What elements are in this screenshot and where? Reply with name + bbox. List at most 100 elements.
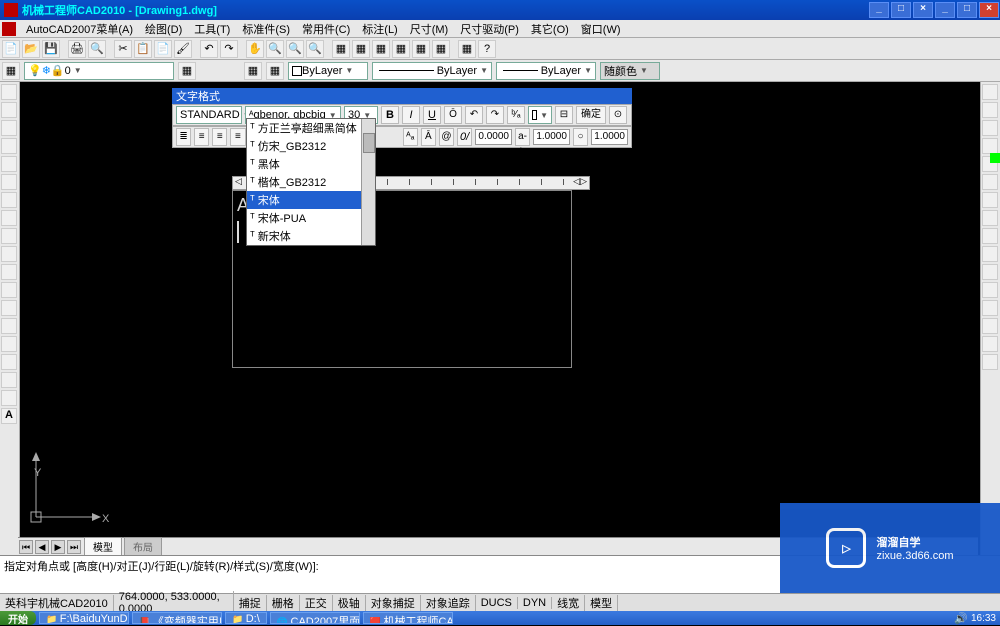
stretch-tool[interactable] (982, 228, 998, 244)
columns-button[interactable]: ≣ (176, 128, 191, 146)
paste-button[interactable]: 📄 (154, 40, 172, 58)
layer-prev-button[interactable]: ▦ (178, 62, 196, 80)
minimize-doc-button[interactable]: _ (869, 2, 889, 18)
status-osnap[interactable]: 对象捕捉 (366, 595, 421, 611)
undo-text-button[interactable]: ↶ (465, 106, 483, 124)
color-dropdown[interactable]: ByLayer▼ (288, 62, 368, 80)
cut-button[interactable]: ✂ (114, 40, 132, 58)
text-color-dropdown[interactable]: ▼ (528, 106, 552, 124)
tracking-value[interactable]: 1.0000 (533, 129, 570, 145)
layer-mgr-button[interactable]: ▦ (2, 62, 20, 80)
ssm-button[interactable]: ▦ (392, 40, 410, 58)
close-button[interactable]: × (979, 2, 999, 18)
stack-button[interactable]: ᵇ⁄ₐ (507, 106, 525, 124)
pan-button[interactable]: ✋ (246, 40, 264, 58)
status-ortho[interactable]: 正交 (300, 595, 333, 611)
menu-dimdrv[interactable]: 尺寸驱动(P) (454, 21, 525, 37)
offset-tool[interactable] (982, 138, 998, 154)
print-button[interactable]: 🖨 (68, 40, 86, 58)
tab-next[interactable]: ▶ (51, 540, 65, 554)
system-tray[interactable]: 🔊 16:33 (954, 612, 1000, 625)
width-factor-button[interactable]: ○ (573, 128, 588, 146)
status-grid[interactable]: 栅格 (267, 595, 300, 611)
status-lwt[interactable]: 线宽 (552, 595, 585, 611)
layer-dropdown[interactable]: 💡❄🔒 0 ▼ (24, 62, 174, 80)
underline-button[interactable]: U (423, 106, 441, 124)
start-button[interactable]: 开始 (0, 611, 36, 625)
status-polar[interactable]: 极轴 (333, 595, 366, 611)
menu-annot[interactable]: 标注(L) (356, 21, 403, 37)
copy-button[interactable]: 📋 (134, 40, 152, 58)
oblique-value[interactable]: 0.0000 (475, 129, 512, 145)
zoom-rt-button[interactable]: 🔍 (266, 40, 284, 58)
circle-tool[interactable] (1, 192, 17, 208)
region-tool[interactable] (1, 372, 17, 388)
gradient-tool[interactable] (1, 354, 17, 370)
markup-button[interactable]: ▦ (412, 40, 430, 58)
at-button[interactable]: @ (439, 128, 454, 146)
zoom-window-button[interactable]: 🔍 (286, 40, 304, 58)
lineweight-dropdown[interactable]: ByLayer▼ (496, 62, 596, 80)
ruler-button[interactable]: ⊟ (555, 106, 573, 124)
pline-tool[interactable] (1, 120, 17, 136)
move-tool[interactable] (982, 174, 998, 190)
font-item-1[interactable]: ᵀ仿宋_GB2312 (247, 137, 375, 155)
revcloud-tool[interactable] (1, 210, 17, 226)
font-scroll-thumb[interactable] (363, 133, 375, 153)
font-item-2[interactable]: ᵀ黑体 (247, 155, 375, 173)
rotate-tool[interactable] (982, 192, 998, 208)
trim-tool[interactable] (982, 246, 998, 262)
align-left-button[interactable]: ≡ (194, 128, 209, 146)
lt-button2[interactable]: ▦ (266, 62, 284, 80)
new-button[interactable]: 📄 (2, 40, 20, 58)
linetype-dropdown[interactable]: ByLayer▼ (372, 62, 492, 80)
plotstyle-dropdown[interactable]: 随颜色▼ (600, 62, 660, 80)
task-item-3[interactable]: 🌐 CAD2007里面怎... (270, 612, 360, 624)
bold-button[interactable]: B (381, 106, 399, 124)
ok-button[interactable]: 确定 (576, 106, 606, 124)
tab-layout[interactable]: 布局 (124, 537, 162, 556)
scale-tool[interactable] (982, 210, 998, 226)
font-item-3[interactable]: ᵀ楷体_GB2312 (247, 173, 375, 191)
tab-last[interactable]: ⏭ (67, 540, 81, 554)
dc-button[interactable]: ▦ (352, 40, 370, 58)
overline-button[interactable]: Ō (444, 106, 462, 124)
task-item-2[interactable]: 📁 D:\ (225, 612, 267, 624)
menu-draw[interactable]: 绘图(D) (139, 21, 188, 37)
copy-tool[interactable] (982, 102, 998, 118)
menu-std[interactable]: 标准件(S) (236, 21, 296, 37)
font-item-6[interactable]: ᵀ新宋体 (247, 227, 375, 245)
open-button[interactable]: 📂 (22, 40, 40, 58)
rect-tool[interactable] (1, 156, 17, 172)
fillet-tool[interactable] (982, 336, 998, 352)
calc-button[interactable]: ▦ (432, 40, 450, 58)
align-right-button[interactable]: ≡ (230, 128, 245, 146)
extend-tool[interactable] (982, 264, 998, 280)
break-tool[interactable] (982, 282, 998, 298)
save-button[interactable]: 💾 (42, 40, 60, 58)
hatch-tool[interactable] (1, 336, 17, 352)
menu-tools[interactable]: 工具(T) (188, 21, 236, 37)
redo-button[interactable]: ↷ (220, 40, 238, 58)
undo-button[interactable]: ↶ (200, 40, 218, 58)
symbol-button[interactable]: Ā (421, 128, 436, 146)
options-button[interactable]: ⊙ (609, 106, 627, 124)
menu-autocad[interactable]: AutoCAD2007菜单(A) (20, 21, 139, 37)
task-item-1[interactable]: 📕 《变频器实用电... (132, 612, 222, 624)
status-otrack[interactable]: 对象追踪 (421, 595, 476, 611)
polygon-tool[interactable] (1, 138, 17, 154)
tab-model[interactable]: 模型 (84, 537, 122, 556)
erase-tool[interactable] (982, 84, 998, 100)
menu-common[interactable]: 常用件(C) (296, 21, 356, 37)
font-dropdown-list[interactable]: ᵀ方正兰亭超细黑简体 ᵀ仿宋_GB2312 ᵀ黑体 ᵀ楷体_GB2312 ᵀ宋体… (246, 118, 376, 246)
italic-button[interactable]: I (402, 106, 420, 124)
maximize-doc-button[interactable]: □ (891, 2, 911, 18)
line-tool[interactable] (1, 84, 17, 100)
width-factor-value[interactable]: 1.0000 (591, 129, 628, 145)
font-scrollbar[interactable] (361, 119, 375, 245)
align-center-button[interactable]: ≡ (212, 128, 227, 146)
match-button[interactable]: 🖌 (174, 40, 192, 58)
insert-tool[interactable] (1, 282, 17, 298)
block-tool[interactable] (1, 300, 17, 316)
text-format-title[interactable]: 文字格式 (172, 88, 632, 104)
